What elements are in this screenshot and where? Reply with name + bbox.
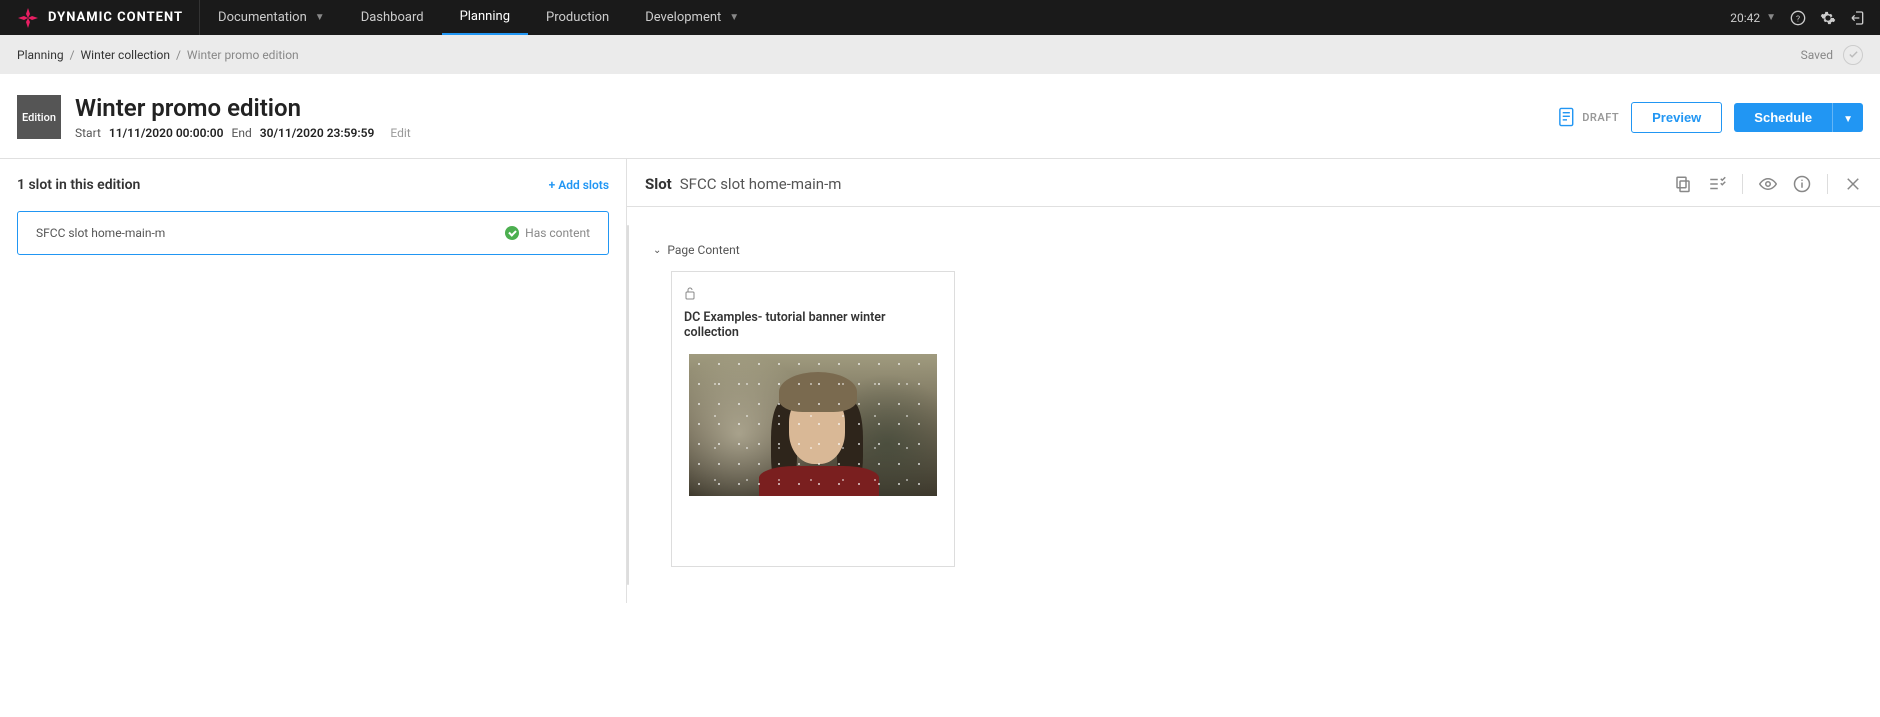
slot-panel-title: Slot [645, 175, 672, 193]
clock[interactable]: 20:42 ▼ [1730, 11, 1776, 25]
nav-dashboard-label: Dashboard [361, 10, 424, 25]
info-icon[interactable] [1793, 175, 1811, 193]
nav-planning[interactable]: Planning [442, 0, 528, 35]
nav-development-label: Development [645, 10, 721, 25]
slot-count-row: 1 slot in this edition + Add slots [17, 177, 609, 193]
edit-dates-link[interactable]: Edit [390, 126, 410, 140]
check-circle-icon [505, 226, 519, 240]
section-label: Page Content [667, 243, 739, 257]
brand-logo-icon [16, 6, 40, 30]
content-thumbnail [689, 354, 937, 496]
nav-production[interactable]: Production [528, 0, 627, 35]
main-nav: Documentation ▼ Dashboard Planning Produ… [200, 0, 757, 35]
close-icon[interactable] [1844, 175, 1862, 193]
clock-time: 20:42 [1730, 11, 1760, 25]
edition-actions: DRAFT Preview Schedule ▼ [1558, 102, 1863, 133]
breadcrumb-current: Winter promo edition [187, 48, 299, 62]
slot-count-label: 1 slot in this edition [17, 177, 140, 193]
end-label: End [232, 126, 252, 140]
start-value: 11/11/2020 00:00:00 [109, 126, 224, 140]
end-value: 30/11/2020 23:59:59 [260, 126, 375, 140]
schedule-button-group: Schedule ▼ [1734, 103, 1863, 132]
eye-icon[interactable] [1759, 175, 1777, 193]
chevron-down-icon: ▼ [1766, 12, 1776, 23]
page-content-section: ⌄ Page Content DC Examples- tutorial ban… [645, 243, 1862, 567]
divider [1827, 174, 1828, 194]
main-content: 1 slot in this edition + Add slots SFCC … [0, 159, 1880, 603]
nav-development[interactable]: Development ▼ [627, 0, 757, 35]
brand-area[interactable]: DYNAMIC CONTENT [0, 0, 200, 35]
nav-production-label: Production [546, 10, 609, 25]
save-status: Saved [1801, 45, 1863, 65]
nav-documentation[interactable]: Documentation ▼ [200, 0, 343, 35]
help-icon[interactable]: ? [1790, 10, 1806, 26]
svg-text:?: ? [1796, 14, 1800, 24]
slot-panel-name: SFCC slot home-main-m [680, 175, 842, 193]
schedule-button[interactable]: Schedule [1734, 103, 1832, 132]
chevron-down-icon: ▼ [729, 12, 739, 23]
content-card[interactable]: DC Examples- tutorial banner winter coll… [671, 271, 955, 567]
document-icon [1558, 107, 1576, 127]
unlock-icon [684, 286, 696, 300]
preview-button[interactable]: Preview [1631, 102, 1722, 133]
edition-title: Winter promo edition [75, 94, 1544, 122]
copy-icon[interactable] [1674, 175, 1692, 193]
breadcrumb-separator: / [70, 48, 75, 62]
topbar-right: 20:42 ▼ ? [1730, 10, 1880, 26]
breadcrumb-planning[interactable]: Planning [17, 48, 64, 62]
nav-documentation-label: Documentation [218, 10, 307, 25]
draft-label: DRAFT [1582, 111, 1619, 124]
slot-panel-actions [1674, 174, 1862, 194]
chevron-down-icon: ⌄ [653, 245, 661, 256]
saved-label: Saved [1801, 48, 1833, 62]
schedule-dropdown-button[interactable]: ▼ [1832, 103, 1863, 132]
slot-panel-body: ⌄ Page Content DC Examples- tutorial ban… [627, 207, 1880, 603]
logout-icon[interactable] [1850, 10, 1866, 26]
draft-status: DRAFT [1558, 107, 1619, 127]
add-slots-button[interactable]: + Add slots [549, 178, 609, 192]
slot-status-text: Has content [525, 226, 590, 240]
content-title: DC Examples- tutorial banner winter coll… [682, 310, 944, 340]
slots-column: 1 slot in this edition + Add slots SFCC … [0, 159, 627, 603]
start-label: Start [75, 126, 101, 140]
slot-card-status: Has content [505, 226, 590, 240]
nav-planning-label: Planning [460, 9, 510, 24]
saved-check-icon [1843, 45, 1863, 65]
checklist-icon[interactable] [1708, 175, 1726, 193]
breadcrumb-collection[interactable]: Winter collection [81, 48, 170, 62]
slot-panel-header: Slot SFCC slot home-main-m [627, 159, 1880, 207]
edition-badge: Edition [17, 95, 61, 139]
slot-card-name: SFCC slot home-main-m [36, 226, 505, 240]
edition-info: Winter promo edition Start 11/11/2020 00… [75, 94, 1544, 140]
nav-dashboard[interactable]: Dashboard [343, 0, 442, 35]
gear-icon[interactable] [1820, 10, 1836, 26]
slot-detail-column: Slot SFCC slot home-main-m ⌄ Page Conten… [627, 159, 1880, 603]
topbar: DYNAMIC CONTENT Documentation ▼ Dashboar… [0, 0, 1880, 35]
collapse-page-content[interactable]: ⌄ Page Content [653, 243, 1862, 257]
divider [1742, 174, 1743, 194]
brand-name: DYNAMIC CONTENT [48, 10, 183, 25]
chevron-down-icon: ▼ [1843, 114, 1853, 125]
edition-header: Edition Winter promo edition Start 11/11… [0, 74, 1880, 159]
chevron-down-icon: ▼ [315, 12, 325, 23]
breadcrumb-separator: / [176, 48, 181, 62]
edition-dates: Start 11/11/2020 00:00:00 End 30/11/2020… [75, 126, 1544, 140]
slot-card[interactable]: SFCC slot home-main-m Has content [17, 211, 609, 255]
breadcrumb-bar: Planning / Winter collection / Winter pr… [0, 35, 1880, 74]
lock-row [684, 286, 944, 304]
